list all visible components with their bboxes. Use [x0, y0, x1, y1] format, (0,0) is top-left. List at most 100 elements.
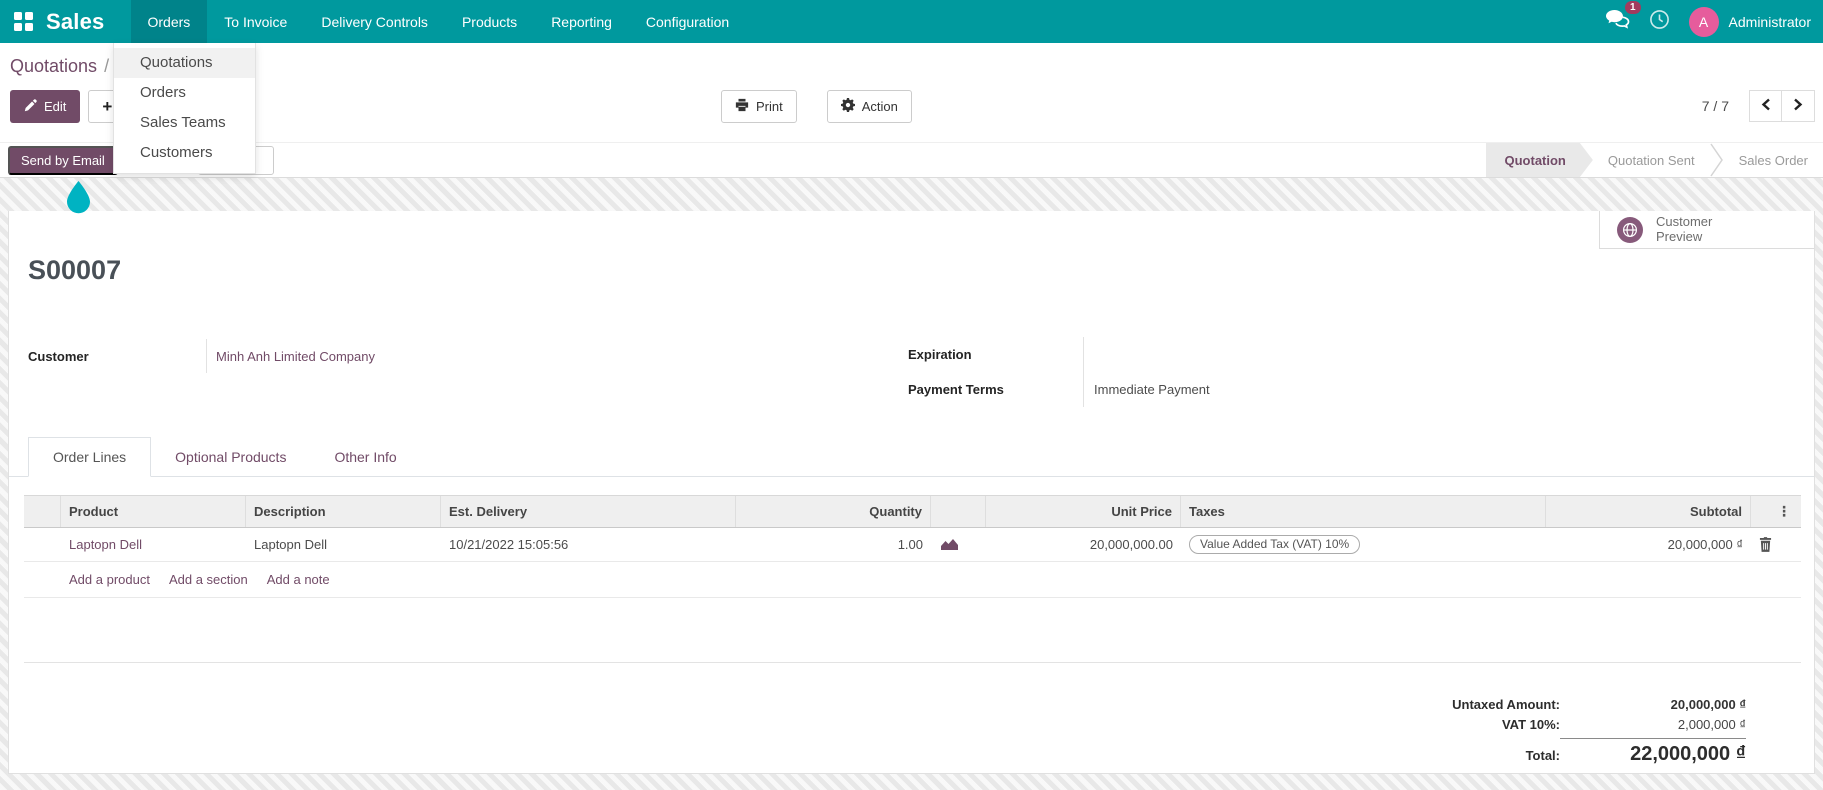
nav-menu-products[interactable]: Products: [445, 0, 534, 43]
form-background: Customer Preview S00007 Customer Minh An…: [0, 178, 1823, 790]
apps-grid-icon[interactable]: [14, 12, 33, 31]
nav-menu-configuration[interactable]: Configuration: [629, 0, 746, 43]
cell-product-link[interactable]: Laptopn Dell: [69, 537, 142, 552]
pager-previous-button[interactable]: [1749, 90, 1782, 122]
chevron-right-icon: [1793, 98, 1803, 114]
notebook-tabs: Order Lines Optional Products Other Info: [9, 437, 1814, 477]
stage-widget: Quotation Quotation Sent Sales Order: [1486, 143, 1823, 177]
header-product[interactable]: Product: [61, 496, 246, 527]
dropdown-item-quotations[interactable]: Quotations: [114, 48, 255, 78]
pager: 7 / 7: [1702, 90, 1815, 122]
customer-preview-button[interactable]: Customer Preview: [1599, 211, 1814, 249]
header-taxes[interactable]: Taxes: [1181, 496, 1546, 527]
header-description[interactable]: Description: [246, 496, 441, 527]
header-unit-price[interactable]: Unit Price: [986, 496, 1181, 527]
customer-value-link[interactable]: Minh Anh Limited Company: [216, 349, 375, 364]
add-a-section-link[interactable]: Add a section: [169, 572, 248, 587]
stage-divider-icon: [1710, 143, 1724, 177]
form-statusbar: Send by Email Cancel Quotation Quotation…: [0, 142, 1823, 178]
tab-optional-products[interactable]: Optional Products: [151, 437, 310, 476]
customer-preview-label: Customer Preview: [1656, 213, 1713, 244]
cell-quantity: 1.00: [897, 537, 923, 552]
right-field-group: Expiration Payment Terms Immediate Payme…: [908, 337, 1383, 407]
vat-value: 2,000,000 ₫: [1677, 717, 1746, 732]
nav-menu: Orders To Invoice Delivery Controls Prod…: [130, 0, 747, 43]
plus-icon: +: [102, 97, 113, 116]
delete-row-button[interactable]: [1759, 537, 1772, 552]
total-value: 22,000,000 ₫: [1560, 738, 1746, 766]
tax-badge: Value Added Tax (VAT) 10%: [1189, 535, 1361, 554]
total-label: Total:: [1525, 748, 1560, 763]
orders-dropdown-menu: Quotations Orders Sales Teams Customers: [113, 43, 256, 174]
table-row[interactable]: Laptopn Dell Laptopn Dell 10/21/2022 15:…: [24, 528, 1801, 562]
list-add-row: Add a product Add a section Add a note: [24, 562, 1801, 598]
messages-badge: 1: [1624, 1, 1641, 14]
printer-icon: [735, 98, 749, 115]
print-button[interactable]: Print: [721, 90, 797, 123]
header-quantity[interactable]: Quantity: [736, 496, 931, 527]
dropdown-item-customers[interactable]: Customers: [114, 138, 255, 168]
clock-icon: [1649, 9, 1670, 35]
header-graph-column: [931, 496, 986, 527]
untaxed-amount-label: Untaxed Amount:: [1452, 697, 1560, 712]
stage-quotation-sent[interactable]: Quotation Sent: [1593, 143, 1710, 177]
activities-button[interactable]: [1649, 9, 1670, 35]
add-a-note-link[interactable]: Add a note: [267, 572, 330, 587]
messages-button[interactable]: 1: [1605, 1, 1641, 34]
table-header-row: Product Description Est. Delivery Quanti…: [24, 495, 1801, 528]
dropdown-item-orders[interactable]: Orders: [114, 78, 255, 108]
forecast-graph-icon[interactable]: [941, 537, 958, 553]
edit-button[interactable]: Edit: [10, 90, 81, 123]
dropdown-item-sales-teams[interactable]: Sales Teams: [114, 108, 255, 138]
list-empty-area: [24, 598, 1801, 663]
tab-other-info[interactable]: Other Info: [310, 437, 420, 476]
cell-unit-price: 20,000,000.00: [1089, 537, 1173, 552]
nav-menu-delivery-controls[interactable]: Delivery Controls: [304, 0, 445, 43]
untaxed-amount-value: 20,000,000 ₫: [1670, 697, 1746, 712]
user-name: Administrator: [1728, 13, 1811, 30]
record-title: S00007: [28, 255, 122, 285]
cell-est-delivery: 10/21/2022 15:05:56: [449, 537, 569, 552]
header-subtotal[interactable]: Subtotal: [1546, 496, 1751, 527]
pencil-icon: [24, 98, 37, 115]
user-menu[interactable]: A Administrator: [1688, 6, 1811, 37]
send-by-email-button[interactable]: Send by Email: [8, 146, 118, 175]
tab-order-lines[interactable]: Order Lines: [28, 437, 152, 477]
header-handle-column: [24, 496, 61, 527]
onboarding-drop-indicator[interactable]: [66, 181, 91, 219]
stage-sales-order[interactable]: Sales Order: [1724, 143, 1823, 177]
nav-menu-orders[interactable]: Orders: [130, 0, 208, 43]
stage-quotation[interactable]: Quotation: [1486, 143, 1593, 177]
order-lines-table: Product Description Est. Delivery Quanti…: [24, 495, 1801, 663]
chevron-left-icon: [1761, 98, 1771, 114]
add-a-product-link[interactable]: Add a product: [69, 572, 150, 587]
payment-terms-value: Immediate Payment: [1094, 382, 1210, 397]
pager-next-button[interactable]: [1782, 90, 1815, 122]
breadcrumb-quotations[interactable]: Quotations: [10, 56, 97, 76]
payment-terms-label: Payment Terms: [908, 382, 1004, 397]
avatar: A: [1688, 6, 1719, 37]
totals-block: Untaxed Amount: 20,000,000 ₫ VAT 10%: 2,…: [1452, 697, 1746, 771]
globe-icon: [1617, 216, 1643, 243]
vat-label: VAT 10%:: [1501, 717, 1560, 732]
cell-description: Laptopn Dell: [254, 537, 327, 552]
expiration-label: Expiration: [908, 347, 972, 362]
form-sheet: Customer Preview S00007 Customer Minh An…: [8, 211, 1815, 774]
customer-field-group: Customer Minh Anh Limited Company: [28, 339, 536, 373]
cell-subtotal: 20,000,000 ₫: [1667, 537, 1743, 552]
chat-bubbles-icon: [1605, 10, 1630, 33]
pager-counter: 7 / 7: [1701, 98, 1729, 114]
header-est-delivery[interactable]: Est. Delivery: [441, 496, 736, 527]
breadcrumb-separator: /: [104, 56, 110, 76]
trash-icon: [1759, 537, 1772, 552]
optional-columns-toggle-icon[interactable]: ⋮: [1751, 496, 1801, 527]
control-panel: Quotations/S00007 Edit + Create Print: [0, 43, 1823, 142]
nav-menu-reporting[interactable]: Reporting: [534, 0, 629, 43]
gear-icon: [840, 98, 855, 115]
app-brand[interactable]: Sales: [46, 9, 105, 35]
navbar-right: 1 A Administrator: [1605, 1, 1823, 37]
customer-label: Customer: [28, 348, 89, 364]
nav-menu-to-invoice[interactable]: To Invoice: [207, 0, 304, 43]
action-button[interactable]: Action: [826, 90, 912, 123]
top-navbar: Sales Orders To Invoice Delivery Control…: [0, 0, 1823, 43]
